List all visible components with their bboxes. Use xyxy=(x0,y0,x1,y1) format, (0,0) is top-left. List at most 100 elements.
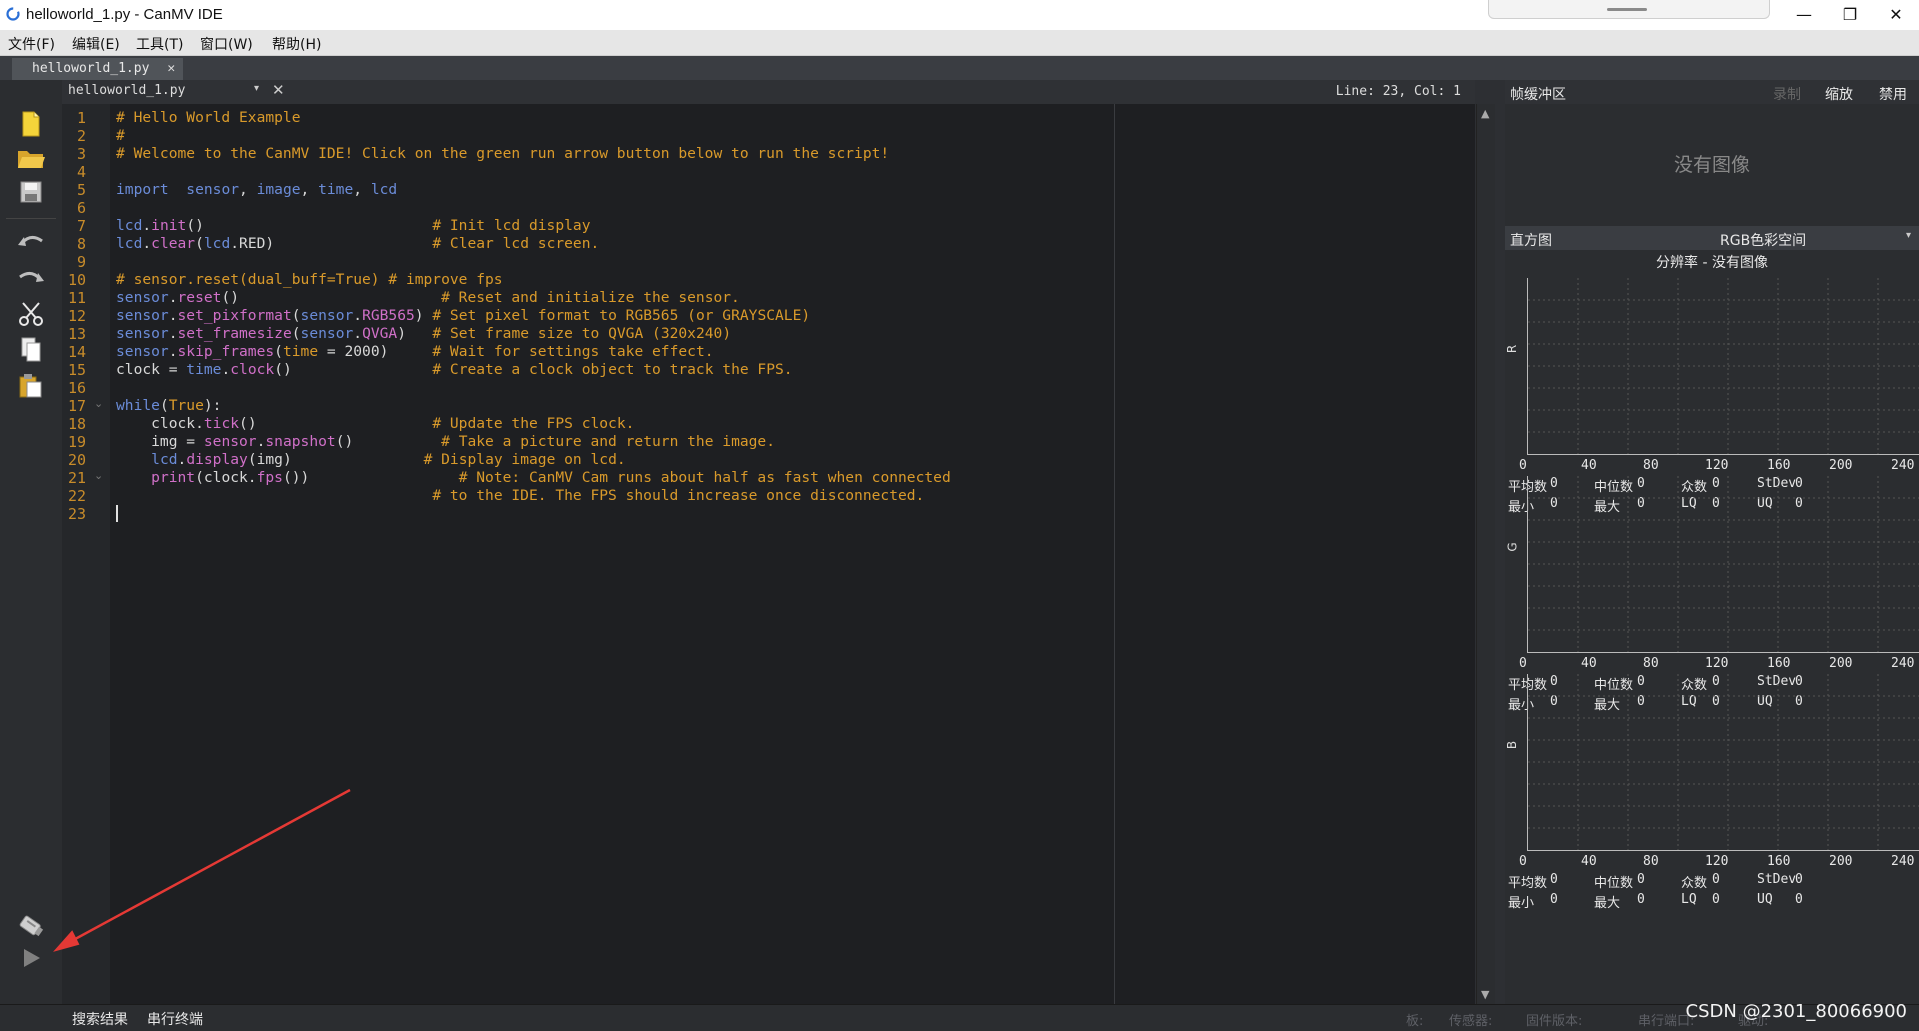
line-number: 12 xyxy=(67,307,86,325)
line-number: 8 xyxy=(76,235,86,253)
stat-label-median: 中位数 xyxy=(1594,876,1634,891)
channel-label: B xyxy=(1505,740,1520,750)
line-number: 15 xyxy=(67,361,86,379)
stat-label-uq: UQ xyxy=(1757,892,1773,907)
snap-layout-bar[interactable] xyxy=(1488,0,1770,19)
chevron-down-icon[interactable]: ▾ xyxy=(1906,230,1911,241)
code-editor[interactable]: # Hello World Example # # Welcome to the C… xyxy=(110,104,1475,1004)
left-toolbar xyxy=(0,80,63,1004)
line-number: 23 xyxy=(67,505,86,523)
stat-label-max: 最大 xyxy=(1594,896,1621,911)
menu-file[interactable]: 文件(F) xyxy=(8,34,55,54)
close-file-icon[interactable]: ✕ xyxy=(272,81,285,99)
line-number: 11 xyxy=(67,289,86,307)
code-line: print(clock.fps()) # Note: CanMV Cam run… xyxy=(151,469,951,486)
stat-value-max: 0 xyxy=(1637,892,1645,907)
run-icon[interactable] xyxy=(13,942,49,974)
x-tick-label: 200 xyxy=(1829,656,1853,671)
x-tick-label: 80 xyxy=(1643,656,1659,671)
fold-toggle-icon[interactable]: ⌄ xyxy=(94,397,103,410)
stat-label-min: 最小 xyxy=(1508,896,1535,911)
line-number: 3 xyxy=(76,145,86,163)
line-number: 16 xyxy=(67,379,86,397)
board-label: 板: xyxy=(1406,1014,1424,1029)
editor-header: helloworld_1.py ▾ ✕ Line: 23, Col: 1 xyxy=(62,80,1475,105)
cut-icon[interactable] xyxy=(13,298,49,330)
x-tick-label: 0 xyxy=(1519,458,1527,473)
histogram-plot xyxy=(1527,476,1919,653)
code-line: # sensor.reset(dual_buff=True) # improve… xyxy=(116,271,503,288)
record-button[interactable]: 录制 xyxy=(1773,84,1801,104)
stat-value-stdev: 0 xyxy=(1795,872,1803,887)
code-line: lcd.clear(lcd.RED) # Clear lcd screen. xyxy=(116,235,600,252)
stat-label-mode: 众数 xyxy=(1681,876,1708,891)
no-image-label: 没有图像 xyxy=(1673,154,1750,176)
file-selector[interactable]: helloworld_1.py xyxy=(68,83,185,98)
code-line: # xyxy=(116,127,125,144)
menu-window[interactable]: 窗口(W) xyxy=(200,34,253,54)
stat-value-lq: 0 xyxy=(1712,892,1720,907)
colorspace-select[interactable]: RGB色彩空间 xyxy=(1720,230,1806,250)
x-tick-label: 120 xyxy=(1705,458,1729,473)
x-tick-label: 80 xyxy=(1643,854,1659,869)
code-line: # Hello World Example xyxy=(116,109,301,126)
stat-label-lq: LQ xyxy=(1681,892,1697,907)
stat-value-mean: 0 xyxy=(1550,872,1558,887)
code-line: import sensor, image, time, lcd xyxy=(116,181,398,198)
paste-icon[interactable] xyxy=(13,370,49,402)
open-folder-icon[interactable] xyxy=(13,142,49,174)
redo-icon[interactable] xyxy=(13,262,49,294)
stat-value-mode: 0 xyxy=(1712,872,1720,887)
stat-value-min: 0 xyxy=(1550,892,1558,907)
framebuffer-view: 没有图像 xyxy=(1505,104,1919,304)
chevron-down-icon[interactable]: ▾ xyxy=(254,83,259,94)
x-tick-label: 40 xyxy=(1581,458,1597,473)
menu-help[interactable]: 帮助(H) xyxy=(272,34,321,54)
right-panel: 帧缓冲区 录制 缩放 禁用 没有图像 直方图 RGB色彩空间 ▾ 分辨率 - 没… xyxy=(1505,80,1919,1004)
x-tick-label: 240 xyxy=(1891,656,1915,671)
line-number: 5 xyxy=(76,181,86,199)
line-number: 20 xyxy=(67,451,86,469)
code-line: sensor.set_framesize(sensor.QVGA) # Set … xyxy=(116,325,732,342)
fold-toggle-icon[interactable]: ⌄ xyxy=(94,469,103,482)
stat-value-uq: 0 xyxy=(1795,892,1803,907)
menu-edit[interactable]: 编辑(E) xyxy=(72,34,120,54)
histogram-header: 直方图 RGB色彩空间 ▾ xyxy=(1505,226,1919,250)
copy-icon[interactable] xyxy=(13,334,49,366)
firmware-label: 固件版本: xyxy=(1526,1014,1583,1029)
connect-icon[interactable] xyxy=(13,910,49,942)
line-number: 9 xyxy=(76,253,86,271)
scroll-up-icon[interactable]: ▲ xyxy=(1481,107,1489,120)
code-line: sensor.set_pixformat(sensor.RGB565) # Se… xyxy=(116,307,811,324)
minimize-button[interactable]: — xyxy=(1781,0,1827,30)
zoom-button[interactable]: 缩放 xyxy=(1825,84,1853,104)
line-number: 13 xyxy=(67,325,86,343)
canmv-logo-icon xyxy=(6,7,20,21)
framebuffer-header: 帧缓冲区 录制 缩放 禁用 xyxy=(1505,80,1919,104)
histogram-title: 直方图 xyxy=(1510,233,1552,249)
save-icon[interactable] xyxy=(13,176,49,208)
line-number: 4 xyxy=(76,163,86,181)
tab-close-icon[interactable]: ✕ xyxy=(167,61,175,76)
channel-label: G xyxy=(1505,542,1520,552)
tab-label: helloworld_1.py xyxy=(32,61,150,76)
editor-scrollbar[interactable]: ▲ ▼ xyxy=(1476,104,1495,1004)
menu-tools[interactable]: 工具(T) xyxy=(136,34,183,54)
disable-button[interactable]: 禁用 xyxy=(1879,84,1907,104)
new-file-icon[interactable] xyxy=(13,108,49,140)
undo-icon[interactable] xyxy=(13,226,49,258)
restore-button[interactable]: ❐ xyxy=(1827,0,1873,30)
x-tick-label: 40 xyxy=(1581,656,1597,671)
document-tabs: helloworld_1.py ✕ xyxy=(0,56,1919,80)
x-tick-label: 160 xyxy=(1767,458,1791,473)
code-line: lcd.display(img) # Display image on lcd. xyxy=(151,451,626,468)
scroll-down-icon[interactable]: ▼ xyxy=(1481,988,1489,1001)
line-number-gutter: 1 2 3 4 5 6 7 8 9 10 11 12 13 14 15 16 17 ⌄ 18 19 20 21 ⌄ 22 23 xyxy=(62,104,110,1004)
search-results-tab[interactable]: 搜索结果 xyxy=(72,1009,128,1029)
close-button[interactable]: ✕ xyxy=(1873,0,1919,30)
code-line: clock.tick() # Update the FPS clock. xyxy=(116,415,635,432)
code-line: lcd.init() # Init lcd display xyxy=(116,217,591,234)
serial-terminal-tab[interactable]: 串行终端 xyxy=(147,1009,203,1029)
tab-helloworld[interactable]: helloworld_1.py ✕ xyxy=(12,58,184,80)
text-caret xyxy=(116,505,118,522)
